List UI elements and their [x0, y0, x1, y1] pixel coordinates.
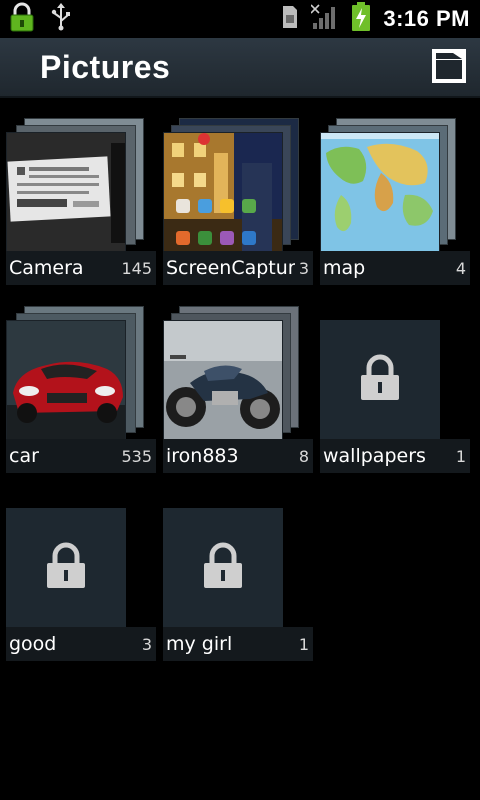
album-name: Camera: [9, 257, 84, 279]
album-label: map 4: [320, 251, 470, 285]
album-thumbnail-stack: [163, 118, 313, 258]
album-wallpapers[interactable]: wallpapers 1: [320, 306, 470, 476]
album-count: 4: [455, 258, 466, 278]
lock-icon: [8, 2, 36, 36]
album-label: my girl 1: [163, 627, 313, 661]
album-car[interactable]: car 535: [6, 306, 156, 476]
album-count: 1: [455, 446, 466, 466]
album-screencapture[interactable]: ScreenCaptur 3: [163, 118, 313, 288]
album-name: my girl: [166, 633, 233, 655]
camera-button[interactable]: [430, 49, 468, 87]
album-count: 535: [121, 446, 152, 466]
album-thumbnail-stack: [320, 118, 470, 258]
locked-thumbnail: [163, 508, 283, 628]
album-count: 3: [141, 634, 152, 654]
album-thumbnail: [163, 132, 283, 252]
album-count: 3: [298, 258, 309, 278]
lock-icon: [358, 354, 402, 406]
album-thumbnail: [6, 320, 126, 440]
album-thumbnail-stack: [163, 306, 313, 446]
locked-thumbnail: [320, 320, 440, 440]
page-title: Pictures: [40, 48, 171, 85]
album-thumbnail-stack: [320, 306, 470, 446]
signal-icon: [310, 3, 339, 35]
album-my-girl[interactable]: my girl 1: [163, 494, 313, 664]
album-thumbnail: [163, 320, 283, 440]
album-map[interactable]: map 4: [320, 118, 470, 288]
album-count: 145: [121, 258, 152, 278]
album-thumbnail-stack: [163, 494, 313, 634]
sim-card-icon: [281, 4, 299, 34]
album-name: ScreenCaptur: [166, 257, 295, 279]
lock-icon: [201, 542, 245, 594]
lock-icon: [44, 542, 88, 594]
album-good[interactable]: good 3: [6, 494, 156, 664]
album-thumbnail: [6, 132, 126, 252]
status-time: 3:16 PM: [383, 6, 470, 31]
album-count: 1: [298, 634, 309, 654]
action-bar: Pictures: [0, 38, 480, 98]
camera-icon: [431, 48, 467, 88]
album-count: 8: [298, 446, 309, 466]
album-label: wallpapers 1: [320, 439, 470, 473]
album-camera[interactable]: Camera 145: [6, 118, 156, 288]
album-name: car: [9, 445, 39, 467]
locked-thumbnail: [6, 508, 126, 628]
status-bar: 3:16 PM: [0, 0, 480, 38]
album-label: ScreenCaptur 3: [163, 251, 313, 285]
album-name: iron883: [166, 445, 239, 467]
album-thumbnail-stack: [6, 494, 156, 634]
album-thumbnail-stack: [6, 306, 156, 446]
album-grid: Camera 145 ScreenCaptur 3 map 4 car 535 …: [0, 98, 480, 800]
battery-charging-icon: [351, 2, 371, 36]
album-label: Camera 145: [6, 251, 156, 285]
album-iron883[interactable]: iron883 8: [163, 306, 313, 476]
usb-icon: [50, 3, 72, 35]
album-name: wallpapers: [323, 445, 426, 467]
album-label: good 3: [6, 627, 156, 661]
album-label: car 535: [6, 439, 156, 473]
album-thumbnail-stack: [6, 118, 156, 258]
album-name: good: [9, 633, 57, 655]
album-thumbnail: [320, 132, 440, 252]
album-label: iron883 8: [163, 439, 313, 473]
album-name: map: [323, 257, 366, 279]
